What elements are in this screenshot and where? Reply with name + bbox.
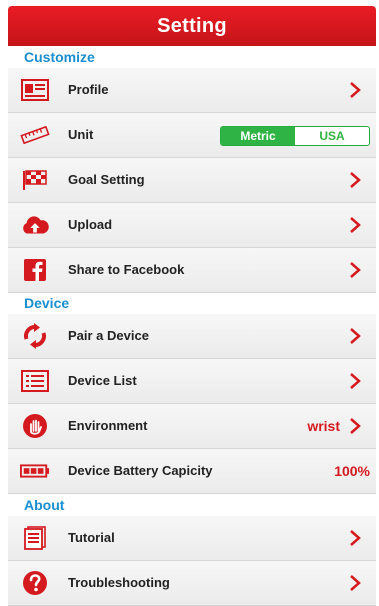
troubleshooting-row[interactable]: Troubleshooting	[8, 561, 376, 606]
battery-value: 100%	[334, 463, 370, 479]
profile-row[interactable]: Profile	[8, 68, 376, 113]
device-list-label: Device List	[68, 373, 137, 388]
chevron-right-icon	[350, 82, 361, 98]
page-header: Setting	[8, 6, 376, 46]
chevron-right-icon	[350, 262, 361, 278]
chevron-right-icon	[350, 530, 361, 546]
device-list-row[interactable]: Device List	[8, 359, 376, 404]
question-icon	[20, 570, 50, 596]
battery-icon	[20, 458, 50, 484]
share-facebook-row[interactable]: Share to Facebook	[8, 248, 376, 293]
hand-icon	[20, 413, 50, 439]
pair-device-label: Pair a Device	[68, 328, 149, 343]
upload-label: Upload	[68, 217, 113, 232]
list-icon	[20, 368, 50, 394]
chevron-right-icon	[350, 373, 361, 389]
goal-setting-label: Goal Setting	[68, 172, 145, 187]
unit-metric-option[interactable]: Metric	[221, 127, 295, 145]
chevron-right-icon	[350, 575, 361, 591]
unit-label: Unit	[68, 127, 94, 142]
battery-label: Device Battery Capicity	[68, 463, 213, 478]
page-title: Setting	[157, 14, 227, 37]
battery-row: Device Battery Capicity 100%	[8, 449, 376, 494]
chevron-right-icon	[350, 217, 361, 233]
environment-label: Environment	[68, 418, 148, 433]
cloud-upload-icon	[20, 212, 50, 238]
upload-row[interactable]: Upload	[8, 203, 376, 248]
troubleshooting-label: Troubleshooting	[68, 575, 170, 590]
environment-row[interactable]: Environment wrist	[8, 404, 376, 449]
section-device-heading: Device	[8, 294, 376, 312]
pair-device-row[interactable]: Pair a Device	[8, 314, 376, 359]
tutorial-label: Tutorial	[68, 530, 115, 545]
section-customize-heading: Customize	[8, 48, 376, 66]
environment-value: wrist	[307, 418, 340, 434]
chevron-right-icon	[350, 328, 361, 344]
chevron-right-icon	[350, 418, 361, 434]
profile-card-icon	[20, 77, 50, 103]
sync-icon	[20, 323, 50, 349]
unit-row: Unit Metric USA	[8, 113, 376, 158]
tutorial-row[interactable]: Tutorial	[8, 516, 376, 561]
unit-usa-option[interactable]: USA	[295, 127, 369, 145]
profile-label: Profile	[68, 82, 109, 97]
goal-setting-row[interactable]: Goal Setting	[8, 158, 376, 203]
chevron-right-icon	[350, 172, 361, 188]
document-icon	[20, 525, 50, 551]
share-facebook-label: Share to Facebook	[68, 262, 185, 277]
ruler-icon	[20, 122, 50, 148]
facebook-icon	[20, 257, 50, 283]
checkered-flag-icon	[20, 167, 50, 193]
section-about-heading: About	[8, 496, 376, 514]
unit-toggle[interactable]: Metric USA	[220, 126, 370, 146]
